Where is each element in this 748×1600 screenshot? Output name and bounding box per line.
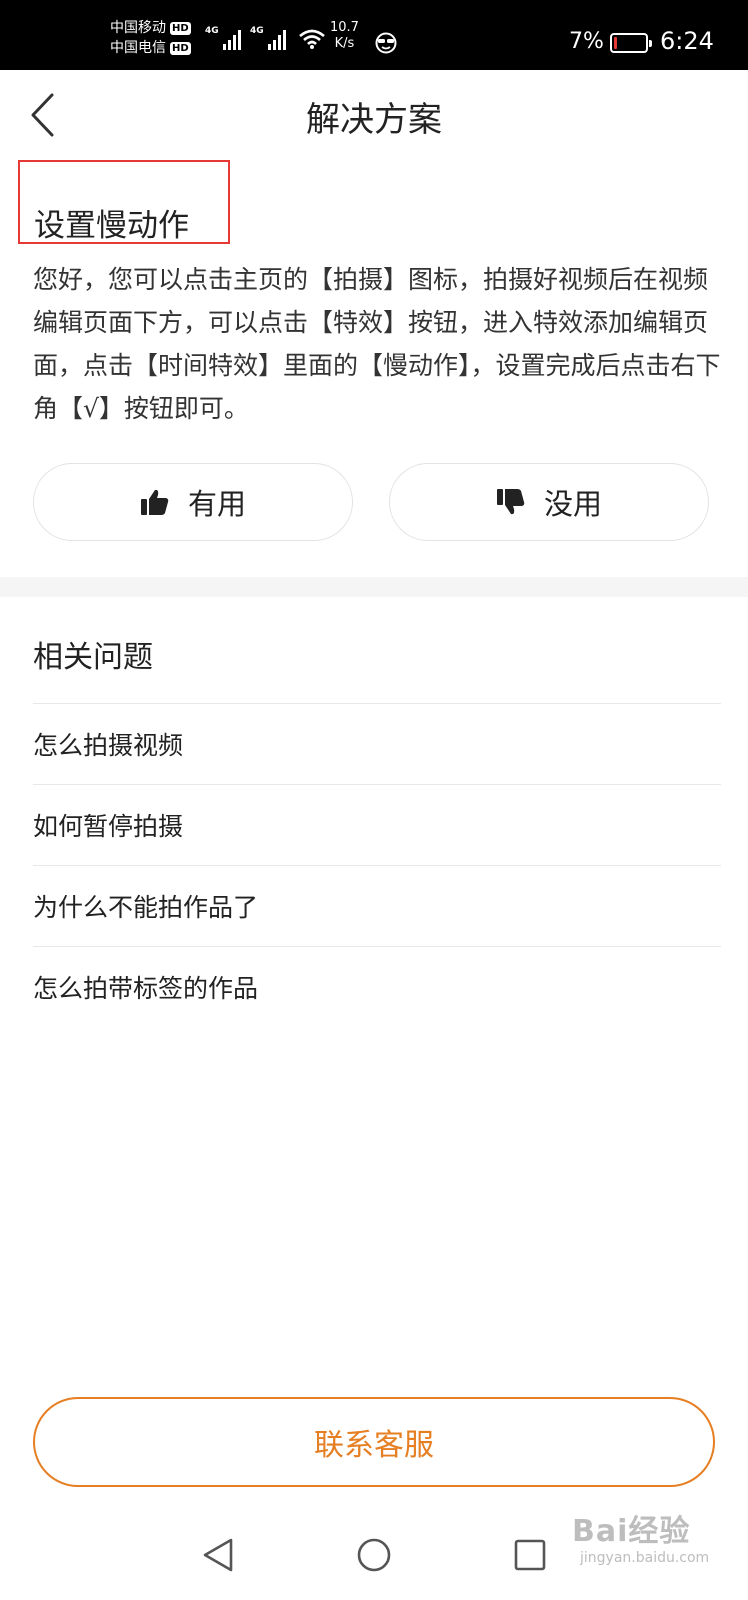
section-divider xyxy=(0,577,748,597)
watermark-domain: jingyan.baidu.com xyxy=(580,1550,710,1566)
watermark: Bai经验 jingyan.baidu.com xyxy=(572,1506,722,1586)
list-item[interactable]: 如何暂停拍摄 xyxy=(33,784,721,865)
speed-unit: K/s xyxy=(334,36,355,51)
triangle-back-icon xyxy=(203,1538,233,1572)
solution-title: 设置慢动作 xyxy=(18,160,230,244)
list-item[interactable]: 怎么拍带标签的作品 xyxy=(33,946,721,1027)
carrier-info: 中国移动 HD 中国电信 HD xyxy=(110,18,191,58)
signal-icon-2: 4G xyxy=(250,26,286,50)
sunglasses-face-icon xyxy=(375,32,397,54)
page-title: 解决方案 xyxy=(306,100,442,140)
hd-badge-2: HD xyxy=(170,41,191,55)
carrier-1: 中国移动 xyxy=(110,20,166,36)
circle-home-icon xyxy=(357,1538,391,1572)
list-item[interactable]: 为什么不能拍作品了 xyxy=(33,865,721,946)
network-speed: 10.7 K/s xyxy=(330,20,359,52)
thumbs-up-icon xyxy=(140,489,169,515)
solution-body: 您好，您可以点击主页的【拍摄】图标，拍摄好视频后在视频编辑页面下方，可以点击【特… xyxy=(33,265,721,423)
network-type-2: 4G xyxy=(250,26,264,36)
network-type-1: 4G xyxy=(205,26,219,36)
battery-icon xyxy=(610,33,652,53)
hd-badge-1: HD xyxy=(170,21,191,35)
nav-home-button[interactable] xyxy=(346,1527,402,1583)
contact-support-button[interactable]: 联系客服 xyxy=(33,1397,715,1487)
battery-percent: 7% xyxy=(569,29,604,54)
speed-value: 10.7 xyxy=(330,20,359,35)
list-item[interactable]: 怎么拍摄视频 xyxy=(33,703,721,784)
useful-label: 有用 xyxy=(187,487,246,521)
thumbs-down-icon xyxy=(496,489,525,515)
status-bar: 中国移动 HD 中国电信 HD 4G 4G 10.7 K/s 7% 6:24 xyxy=(0,0,748,70)
related-heading: 相关问题 xyxy=(33,640,153,675)
battery-level xyxy=(614,37,617,49)
clock: 6:24 xyxy=(660,27,714,55)
signal-icon-1: 4G xyxy=(205,26,241,50)
useless-label: 没用 xyxy=(543,487,602,521)
related-list: 怎么拍摄视频 如何暂停拍摄 为什么不能拍作品了 怎么拍带标签的作品 xyxy=(33,703,721,1027)
useful-button[interactable]: 有用 xyxy=(33,463,353,541)
watermark-brand: Bai经验 xyxy=(572,1514,691,1549)
header: 解决方案 xyxy=(0,70,748,160)
nav-back-button[interactable] xyxy=(190,1527,246,1583)
square-recent-icon xyxy=(514,1539,546,1571)
carrier-2: 中国电信 xyxy=(110,40,166,56)
useless-button[interactable]: 没用 xyxy=(389,463,709,541)
wifi-icon xyxy=(299,29,325,49)
nav-recent-button[interactable] xyxy=(502,1527,558,1583)
